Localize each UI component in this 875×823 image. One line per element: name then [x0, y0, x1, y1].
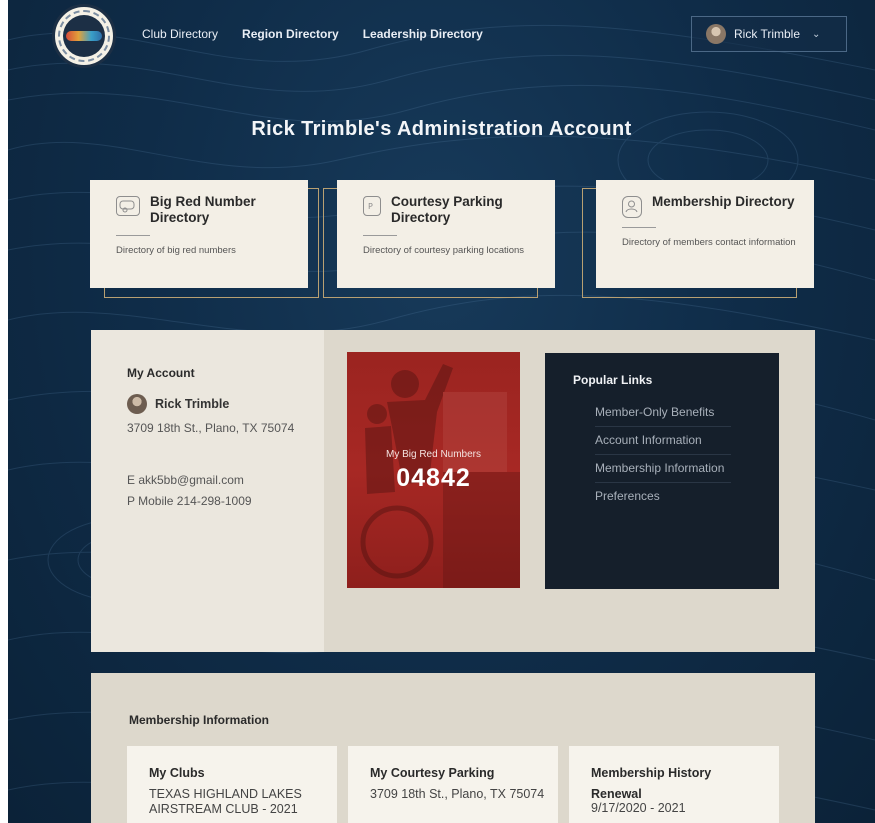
big-red-number-value: 04842: [396, 464, 471, 492]
svg-text:P: P: [368, 202, 373, 211]
membership-history-card[interactable]: Membership History Renewal 9/17/2020 - 2…: [569, 746, 779, 823]
contact-card-icon: [622, 196, 642, 218]
card-value: TEXAS HIGHLAND LAKES AIRSTREAM CLUB - 20…: [149, 787, 302, 816]
card-subtitle: Renewal: [591, 787, 642, 801]
divider: [116, 235, 150, 236]
card-description: Directory of members contact information: [622, 237, 796, 248]
membership-information-heading: Membership Information: [129, 713, 270, 727]
card-value: 3709 18th St., Plano, TX 75074: [370, 787, 545, 801]
main-nav: Club Directory Region Directory Leadersh…: [142, 27, 483, 41]
avatar: [706, 24, 726, 44]
account-user: Rick Trimble: [127, 394, 229, 414]
logo-emblem: [58, 10, 110, 62]
card-title: Big Red Number Directory: [150, 194, 256, 225]
page-title: Rick Trimble's Administration Account: [251, 118, 632, 140]
nav-club-directory[interactable]: Club Directory: [142, 27, 218, 41]
popular-links-title: Popular Links: [573, 373, 653, 387]
nav-leadership-directory[interactable]: Leadership Directory: [363, 27, 483, 41]
avatar: [127, 394, 147, 414]
membership-directory-card[interactable]: Membership Directory Directory of member…: [582, 180, 826, 300]
account-email[interactable]: E akk5bb@gmail.com: [127, 473, 244, 487]
big-red-numbers-card[interactable]: My Big Red Numbers 04842: [347, 352, 520, 588]
big-red-numbers-label: My Big Red Numbers: [385, 449, 482, 460]
card-title: My Courtesy Parking: [370, 766, 495, 780]
account-name: Rick Trimble: [155, 397, 230, 411]
card-title: My Clubs: [149, 766, 205, 780]
popular-links-panel: Popular Links Member-Only Benefits Accou…: [545, 353, 779, 589]
page-background: Club Directory Region Directory Leadersh…: [8, 0, 875, 823]
popular-link-account-information[interactable]: Account Information: [595, 427, 731, 455]
user-menu-button[interactable]: Rick Trimble ⌄: [691, 16, 847, 52]
account-panel: My Account Rick Trimble 3709 18th St., P…: [91, 330, 815, 652]
user-menu-name: Rick Trimble: [734, 27, 801, 41]
chevron-down-icon: ⌄: [812, 28, 821, 40]
my-clubs-card[interactable]: My Clubs TEXAS HIGHLAND LAKES AIRSTREAM …: [127, 746, 337, 823]
card-description: Directory of big red numbers: [116, 245, 236, 256]
account-phone: P Mobile 214-298-1009: [127, 494, 252, 508]
my-account-heading: My Account: [127, 366, 195, 380]
card-description: Directory of courtesy parking locations: [363, 245, 525, 256]
card-value: 9/17/2020 - 2021: [591, 801, 686, 815]
divider: [363, 235, 397, 236]
my-account-section: My Account Rick Trimble 3709 18th St., P…: [91, 330, 324, 652]
popular-link-preferences[interactable]: Preferences: [595, 483, 731, 510]
my-courtesy-parking-card[interactable]: My Courtesy Parking 3709 18th St., Plano…: [348, 746, 558, 823]
divider: [622, 227, 656, 228]
card-title: Membership History: [591, 766, 712, 780]
membership-information-panel: Membership Information My Clubs TEXAS HI…: [91, 673, 815, 823]
big-red-number-directory-card[interactable]: Big Red Number Directory Directory of bi…: [90, 180, 320, 300]
club-logo[interactable]: [52, 4, 116, 68]
nav-region-directory[interactable]: Region Directory: [242, 27, 339, 41]
account-address: 3709 18th St., Plano, TX 75074: [127, 421, 295, 435]
popular-link-membership-information[interactable]: Membership Information: [595, 455, 731, 483]
courtesy-parking-directory-card[interactable]: P Courtesy Parking Directory Directory o…: [323, 180, 567, 300]
popular-link-member-only-benefits[interactable]: Member-Only Benefits: [595, 399, 731, 427]
card-title: Membership Directory: [652, 194, 795, 209]
rv-trailer-icon: [116, 196, 140, 216]
card-title: Courtesy Parking Directory: [391, 194, 503, 225]
parking-sign-icon: P: [363, 196, 381, 216]
